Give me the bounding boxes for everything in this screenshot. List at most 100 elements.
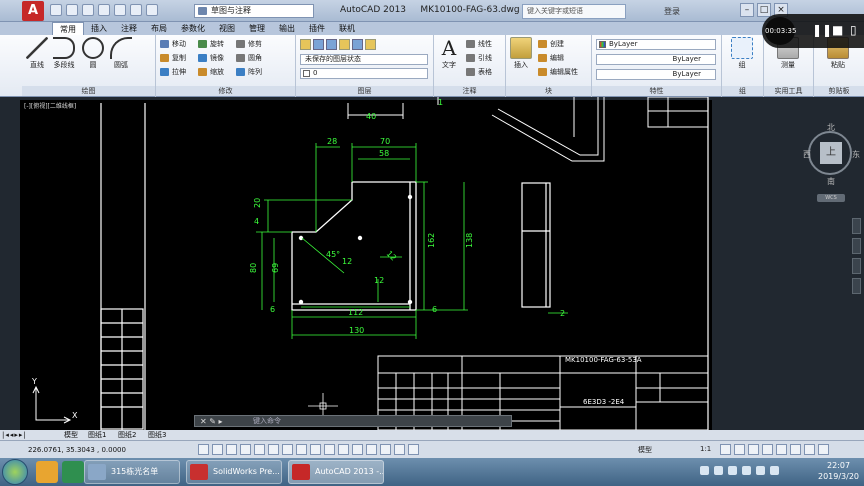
workspace-tool-button[interactable] — [776, 444, 787, 455]
ribbon-tab-0[interactable]: 常用 — [52, 22, 84, 36]
current-layer-dropdown[interactable]: 0 — [300, 68, 428, 79]
layer-isolate-icon[interactable] — [326, 39, 337, 50]
print-icon[interactable] — [114, 4, 126, 16]
ribbon-tab-5[interactable]: 视图 — [212, 22, 242, 36]
cursor-coordinates[interactable]: 226.0761, 35.3043 , 0.0000 — [28, 446, 126, 454]
ribbon-tab-6[interactable]: 管理 — [242, 22, 272, 36]
network-icon[interactable] — [728, 466, 737, 475]
viewcube-south[interactable]: 南 — [827, 176, 835, 187]
open-file-icon[interactable] — [66, 4, 78, 16]
help-icon[interactable] — [714, 466, 723, 475]
workspace-tool-button[interactable] — [720, 444, 731, 455]
drafting-toggle-button[interactable] — [310, 444, 321, 455]
layers-panel-title[interactable]: 图层 — [296, 86, 433, 96]
edit-block-button[interactable]: 编辑 — [538, 53, 564, 63]
search-input[interactable]: 键入关键字或短语 — [522, 4, 626, 19]
drafting-toggle-button[interactable] — [338, 444, 349, 455]
workspace-tool-button[interactable] — [818, 444, 829, 455]
tab-layout-3[interactable]: 图纸3 — [148, 430, 166, 440]
drafting-toggle-button[interactable] — [296, 444, 307, 455]
taskbar-item-autocad[interactable]: AutoCAD 2013 -... — [288, 460, 384, 484]
command-close-icon[interactable]: ✕ ✎ ▸ — [200, 416, 223, 427]
drafting-toggle-button[interactable] — [212, 444, 223, 455]
text-button[interactable]: A 文字 — [436, 37, 462, 70]
trim-button[interactable]: 修剪 — [236, 39, 262, 49]
block-panel-title[interactable]: 块 — [506, 86, 591, 96]
new-file-icon[interactable] — [50, 4, 62, 16]
viewcube-east[interactable]: 东 — [852, 149, 860, 160]
ribbon-tab-4[interactable]: 参数化 — [174, 22, 212, 36]
pan-icon[interactable] — [852, 218, 861, 234]
drawing-canvas[interactable]: 70 58 28 20 4 162 138 12 12 80 69 12 112 130 6 6 45° 40 2 1 — [0, 96, 864, 431]
ribbon-tab-1[interactable]: 插入 — [84, 22, 114, 36]
workspace-tool-button[interactable] — [762, 444, 773, 455]
properties-panel-title[interactable]: 特性 — [592, 86, 721, 96]
array-button[interactable]: 阵列 — [236, 67, 262, 77]
dimension-text[interactable]: 12 — [342, 257, 352, 266]
maximize-icon[interactable]: □ — [757, 3, 771, 17]
polyline-button[interactable]: 多段线 — [50, 37, 78, 70]
workspace-tool-button[interactable] — [804, 444, 815, 455]
rotate-button[interactable]: 旋转 — [198, 39, 224, 49]
layer-off-icon[interactable] — [352, 39, 363, 50]
orbit-icon[interactable] — [852, 258, 861, 274]
group-button[interactable]: 组 — [725, 37, 759, 70]
dimension-text[interactable]: 70 — [380, 137, 390, 146]
showmotion-icon[interactable] — [852, 278, 861, 294]
drafting-toggle-button[interactable] — [408, 444, 419, 455]
sign-in-link[interactable]: 登录 — [664, 6, 680, 17]
viewcube-top-face[interactable]: 上 — [820, 142, 842, 164]
drafting-toggle-button[interactable] — [226, 444, 237, 455]
drafting-toggle-button[interactable] — [240, 444, 251, 455]
clipboard-panel-title[interactable]: 剪贴板 — [814, 86, 864, 96]
dimension-text[interactable]: 40 — [366, 112, 376, 121]
edit-attributes-button[interactable]: 编辑属性 — [538, 67, 578, 77]
taskbar-item-solidworks[interactable]: SolidWorks Pre... — [186, 460, 282, 484]
dimension-text[interactable]: 58 — [379, 149, 389, 158]
workspace-tool-button[interactable] — [734, 444, 745, 455]
dimension-text[interactable]: 112 — [348, 308, 363, 317]
dimension-text[interactable]: 2 — [560, 309, 565, 318]
annotation-scale[interactable]: 1:1 — [700, 445, 711, 453]
viewport-label[interactable]: [-][俯视][二维线框] — [24, 101, 76, 110]
model-space-toggle[interactable]: 模型 — [638, 445, 652, 455]
ime-icon[interactable] — [700, 466, 709, 475]
drafting-toggle-button[interactable] — [394, 444, 405, 455]
minimize-icon[interactable]: – — [740, 3, 754, 17]
ribbon-tab-2[interactable]: 注释 — [114, 22, 144, 36]
modify-panel-title[interactable]: 修改 — [156, 86, 295, 96]
dimension-text[interactable]: 69 — [271, 263, 280, 273]
drafting-toggle-button[interactable] — [366, 444, 377, 455]
ribbon-tab-7[interactable]: 输出 — [272, 22, 302, 36]
utilities-panel-title[interactable]: 实用工具 — [764, 86, 813, 96]
stop-icon[interactable]: ■ — [832, 23, 843, 37]
layer-properties-icon[interactable] — [300, 39, 311, 50]
dimension-text[interactable]: 6 — [432, 305, 437, 314]
table-button[interactable]: 表格 — [466, 67, 492, 77]
tab-navigation-arrows[interactable]: |◂◂▸▸| — [2, 430, 27, 440]
workspace-dropdown[interactable]: 草图与注释 — [194, 4, 314, 18]
dimension-text[interactable]: 138 — [465, 233, 474, 248]
scale-button[interactable]: 缩放 — [198, 67, 224, 77]
start-button[interactable] — [2, 459, 28, 485]
volume-icon[interactable] — [742, 466, 751, 475]
copy-button[interactable]: 复制 — [160, 53, 186, 63]
taskbar-item-list[interactable]: 315栋光名单 — [84, 460, 180, 484]
drafting-toggle-button[interactable] — [324, 444, 335, 455]
command-line[interactable]: ✕ ✎ ▸ 键入命令 — [194, 415, 512, 427]
ribbon-tab-9[interactable]: 联机 — [332, 22, 362, 36]
dimension-text[interactable]: 6 — [270, 305, 275, 314]
zoom-icon[interactable] — [852, 238, 861, 254]
circle-button[interactable]: 圆 — [80, 37, 106, 70]
dimension-text[interactable]: 4 — [254, 217, 259, 226]
linetype-dropdown[interactable]: ByLayer — [596, 69, 716, 80]
drafting-toggle-button[interactable] — [254, 444, 265, 455]
taskbar-clock[interactable]: 22:07 2019/3/20 — [818, 460, 859, 482]
undo-icon[interactable] — [130, 4, 142, 16]
insert-block-button[interactable]: 插入 — [508, 37, 534, 70]
dimension-text[interactable]: 45° — [326, 250, 340, 259]
color-dropdown[interactable]: ByLayer — [596, 39, 716, 50]
autocad-app-icon[interactable]: A — [22, 1, 44, 21]
viewcube-west[interactable]: 西 — [803, 149, 811, 160]
mirror-button[interactable]: 镜像 — [198, 53, 224, 63]
